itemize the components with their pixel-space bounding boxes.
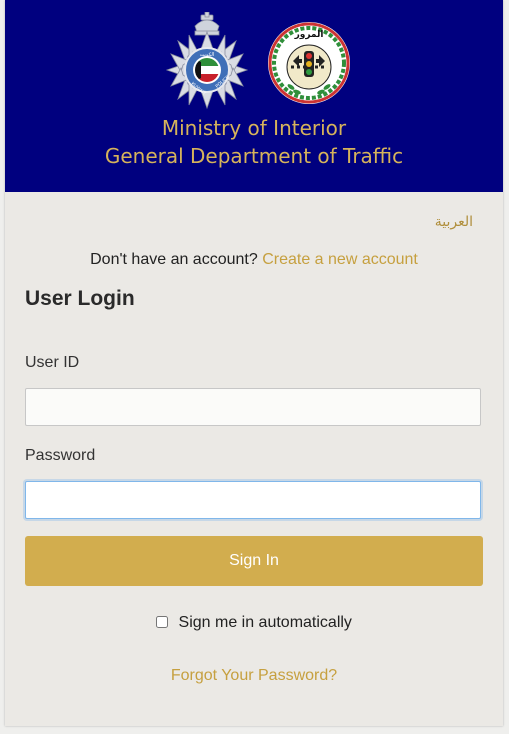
user-id-label: User ID [25, 354, 80, 371]
signup-prompt-text: Don't have an account? [90, 251, 258, 268]
remember-me-checkbox[interactable] [156, 616, 169, 628]
ministry-title: Ministry of Interior [161, 116, 347, 140]
header-banner: الكويت KUWAIT POLICE المرور Ministry of … [5, 0, 503, 192]
user-id-input[interactable] [25, 388, 481, 426]
arabic-language-link[interactable]: العربية [435, 214, 473, 230]
forgot-password-link[interactable]: Forgot Your Password? [5, 667, 503, 685]
create-account-link[interactable]: Create a new account [262, 251, 418, 268]
password-label: Password [25, 447, 96, 464]
traffic-department-emblem-icon: المرور [268, 22, 350, 104]
svg-text:الكويت: الكويت [200, 52, 215, 58]
page-title: User Login [25, 287, 135, 310]
svg-text:المرور: المرور [294, 30, 324, 40]
login-card: الكويت KUWAIT POLICE المرور Ministry of … [5, 0, 503, 726]
remember-me-row: Sign me in automatically [5, 614, 503, 632]
password-input[interactable] [25, 481, 481, 519]
sign-in-button[interactable]: Sign In [25, 536, 483, 586]
remember-me-label[interactable]: Sign me in automatically [179, 614, 352, 631]
kuwait-police-badge-icon: الكويت KUWAIT POLICE [165, 12, 249, 110]
signup-prompt: Don't have an account? Create a new acco… [5, 251, 503, 269]
department-title: General Department of Traffic [104, 144, 404, 168]
